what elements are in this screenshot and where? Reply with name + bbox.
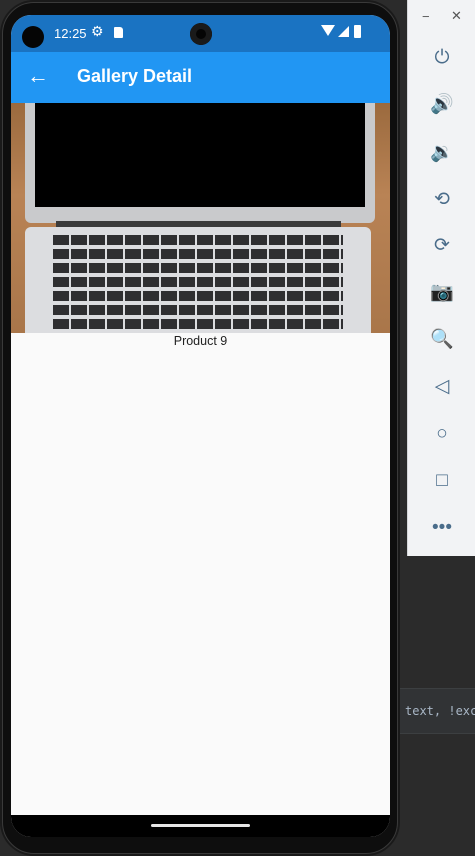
app-bar: ← Gallery Detail <box>11 52 390 103</box>
volume-down-icon[interactable]: 🔉 <box>426 140 458 166</box>
phone-screen: 12:25 ⚙ ← Gallery Detail Product 9 <box>11 15 390 837</box>
rotate-right-icon[interactable]: ⟳ <box>426 233 458 259</box>
phone-frame: 12:25 ⚙ ← Gallery Detail Product 9 <box>0 0 400 856</box>
status-bar: 12:25 ⚙ <box>11 15 390 52</box>
zoom-icon[interactable]: 🔍 <box>426 327 458 353</box>
close-icon[interactable]: ✕ <box>451 8 462 24</box>
home-gesture-handle[interactable] <box>151 824 250 827</box>
page-title: Gallery Detail <box>77 66 193 86</box>
more-icon[interactable]: ••• <box>426 515 458 541</box>
sd-card-icon <box>114 27 123 38</box>
laptop-keyboard <box>53 235 343 333</box>
back-icon[interactable]: ◁ <box>426 374 458 400</box>
system-nav-bar <box>11 815 390 837</box>
rotate-left-icon[interactable]: ⟲ <box>426 187 458 213</box>
minimize-icon[interactable]: − <box>422 9 430 24</box>
overview-icon[interactable]: □ <box>426 468 458 494</box>
power-icon[interactable]: ⏻ <box>426 45 458 71</box>
product-image <box>11 103 390 333</box>
volume-up-icon[interactable]: 🔊 <box>426 92 458 118</box>
gear-icon: ⚙ <box>91 23 104 39</box>
wifi-icon <box>321 25 335 36</box>
status-time: 12:25 <box>54 26 87 41</box>
emulator-toolbar: − ✕ ⏻ 🔊 🔉 ⟲ ⟳ 📷 🔍 ◁ ○ □ ••• <box>407 0 475 556</box>
home-icon[interactable]: ○ <box>426 421 458 447</box>
ide-code-snippet: text, !exclu <box>400 688 475 734</box>
laptop-display <box>35 103 365 207</box>
laptop-lid <box>25 103 375 223</box>
laptop-base <box>25 227 371 333</box>
camera-icon[interactable]: 📷 <box>426 280 458 306</box>
battery-icon <box>354 25 361 38</box>
front-camera-icon <box>190 23 212 45</box>
signal-icon <box>338 26 349 37</box>
camera-cutout-icon <box>22 26 44 48</box>
product-caption: Product 9 <box>173 334 228 348</box>
back-arrow-icon[interactable]: ← <box>27 64 49 88</box>
